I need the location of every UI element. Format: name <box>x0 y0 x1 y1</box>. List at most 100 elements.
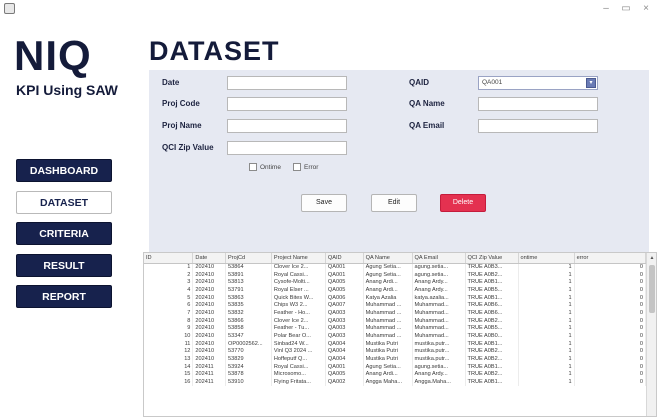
table-cell: mustika.putr... <box>412 339 466 348</box>
scroll-up-icon[interactable]: ▲ <box>647 253 656 263</box>
nav-criteria-button[interactable]: CRITERIA <box>16 222 112 245</box>
nav-dataset-button[interactable]: DATASET <box>16 191 112 214</box>
table-cell: Royal Cassi... <box>271 270 326 279</box>
table-scrollbar[interactable]: ▲ <box>646 253 656 416</box>
table-cell: Agung Setia... <box>363 362 413 371</box>
table-cell: QA001 <box>325 362 364 371</box>
table-row[interactable]: 14 202411 53924 Royal Cassi... QA001 Agung Se… <box>144 362 647 371</box>
scroll-thumb[interactable] <box>649 265 655 313</box>
nav-report-button[interactable]: REPORT <box>16 285 112 308</box>
ontime-checkbox[interactable]: Ontime <box>249 163 281 171</box>
table-cell: 1 <box>518 263 575 271</box>
table-cell: Vinl Q3 2024 ... <box>271 347 326 356</box>
table-row[interactable]: 9 202410 53858 Feather - Tu... QA003 Muhammad… <box>144 324 647 333</box>
dataset-form: Date Proj Code Proj Name QCI Zip Value Q… <box>149 70 649 252</box>
chevron-down-icon[interactable]: ▾ <box>586 78 596 88</box>
edit-button[interactable]: Edit <box>371 194 417 212</box>
qa-email-field[interactable] <box>478 119 598 133</box>
table-cell: QA005 <box>325 286 364 294</box>
table-cell: 1 <box>144 263 194 271</box>
column-header[interactable]: QAID <box>325 253 364 264</box>
table-row[interactable]: 1 202410 53864 Clover Ice 2... QA001 Agung Se… <box>144 263 647 271</box>
table-cell: TRUE A0B0... <box>465 332 519 340</box>
table-cell: TRUE A0B2... <box>465 316 519 325</box>
table-cell: TRUE A0B2... <box>465 347 519 356</box>
table-cell: Mustika Putri <box>363 355 413 363</box>
table-cell: Muhammad ... <box>363 332 413 340</box>
table-cell: agung.setia... <box>412 263 466 271</box>
table-cell: 1 <box>518 347 575 356</box>
table-cell: QA003 <box>325 324 364 333</box>
proj-name-field[interactable] <box>227 119 347 133</box>
table-row[interactable]: 3 202410 53813 Cysofe-Molti... QA005 Anang Ar… <box>144 278 647 287</box>
table-cell: Anang Ardi... <box>363 370 413 379</box>
table-row[interactable]: 4 202410 53791 Royal Elser ... QA005 Anang Ar… <box>144 286 647 294</box>
column-header[interactable]: QA Name <box>363 253 413 264</box>
table-cell: QA007 <box>325 301 364 310</box>
table-row[interactable]: 10 202410 53347 Polar Bear O... QA003 Muhamma… <box>144 332 647 340</box>
column-header[interactable]: ontime <box>518 253 575 264</box>
table-cell: TRUE A0B1... <box>465 362 519 371</box>
table-cell: QA004 <box>325 347 364 356</box>
proj-code-field[interactable] <box>227 97 347 111</box>
table-row[interactable]: 11 202410 OP0002562... Sinbad24 W... QA004 Mu… <box>144 339 647 348</box>
table-cell: 11 <box>144 339 194 348</box>
column-header[interactable]: QCI Zip Value <box>465 253 519 264</box>
delete-button[interactable]: Delete <box>440 194 486 212</box>
table-cell: mustika.putr... <box>412 355 466 363</box>
table-cell: TRUE A0B3... <box>465 263 519 271</box>
column-header[interactable]: Project Name <box>271 253 326 264</box>
table-row[interactable]: 6 202410 53835 Chips W3 2... QA007 Muhammad .… <box>144 301 647 310</box>
table-cell: QA001 <box>325 270 364 279</box>
minimize-icon[interactable]: – <box>597 2 615 16</box>
table-cell: Angga.Maha... <box>412 378 466 386</box>
table-cell: 1 <box>518 378 575 386</box>
table-cell: TRUE A0B6... <box>465 309 519 317</box>
maximize-icon[interactable]: ▭ <box>617 2 635 16</box>
table-row[interactable]: 13 202410 53829 Hoffeputf Q... QA004 Mustika … <box>144 355 647 363</box>
qci-zip-field[interactable] <box>227 141 347 155</box>
table-cell: 4 <box>144 286 194 294</box>
table-row[interactable]: 15 202411 53878 Microsomo... QA005 Anang Ardi… <box>144 370 647 379</box>
qaid-select[interactable]: QA001 ▾ <box>478 76 598 90</box>
column-header[interactable]: QA Email <box>412 253 466 264</box>
table-row[interactable]: 16 202411 53910 Flying Fritata... QA002 Angga… <box>144 378 647 386</box>
ontime-checkbox-box[interactable] <box>249 163 257 171</box>
error-checkbox[interactable]: Error <box>293 163 318 171</box>
table-row[interactable]: 8 202410 53866 Clover Ice 2... QA003 Muhammad… <box>144 316 647 325</box>
close-icon[interactable]: × <box>637 2 655 16</box>
table-cell: TRUE A0B1... <box>465 278 519 287</box>
table-cell: QA003 <box>325 332 364 340</box>
table-cell: 15 <box>144 370 194 379</box>
table-cell: Feather - Tu... <box>271 324 326 333</box>
column-header[interactable]: ProjCd <box>225 253 272 264</box>
nav-dashboard-button[interactable]: DASHBOARD <box>16 159 112 182</box>
table-cell: 202410 <box>192 332 227 340</box>
qa-name-field[interactable] <box>478 97 598 111</box>
table-row[interactable]: 12 202410 53770 Vinl Q3 2024 ... QA004 Mustik… <box>144 347 647 356</box>
table-cell: QA006 <box>325 293 364 302</box>
table-row[interactable]: 7 202410 53832 Feather - Ho... QA003 Muhammad… <box>144 309 647 317</box>
table-cell: 0 <box>574 316 647 325</box>
table-header-row: ID Date ProjCd Project Name QAID QA Name… <box>144 253 647 264</box>
column-header[interactable]: ID <box>144 253 194 264</box>
table-cell: 0 <box>574 378 647 386</box>
dataset-table[interactable]: ID Date ProjCd Project Name QAID QA Name… <box>143 252 657 417</box>
table-cell: 53878 <box>225 370 272 379</box>
date-label: Date <box>162 78 180 87</box>
table-cell: 1 <box>518 309 575 317</box>
table-cell: 16 <box>144 378 194 386</box>
table-row[interactable]: 5 202410 53863 Quick Bites W... QA006 Katya A… <box>144 293 647 302</box>
table-cell: 1 <box>518 286 575 294</box>
save-button[interactable]: Save <box>301 194 347 212</box>
column-header[interactable]: Date <box>192 253 227 264</box>
error-checkbox-box[interactable] <box>293 163 301 171</box>
nav-result-button[interactable]: RESULT <box>16 254 112 277</box>
date-field[interactable] <box>227 76 347 90</box>
table-cell: 7 <box>144 309 194 317</box>
table-cell: TRUE A0B6... <box>465 301 519 310</box>
table-row[interactable]: 2 202410 53891 Royal Cassi... QA001 Agung Set… <box>144 270 647 279</box>
column-header[interactable]: error <box>574 253 647 264</box>
table-cell: 0 <box>574 270 647 279</box>
table-cell: Muhammad... <box>412 324 466 333</box>
